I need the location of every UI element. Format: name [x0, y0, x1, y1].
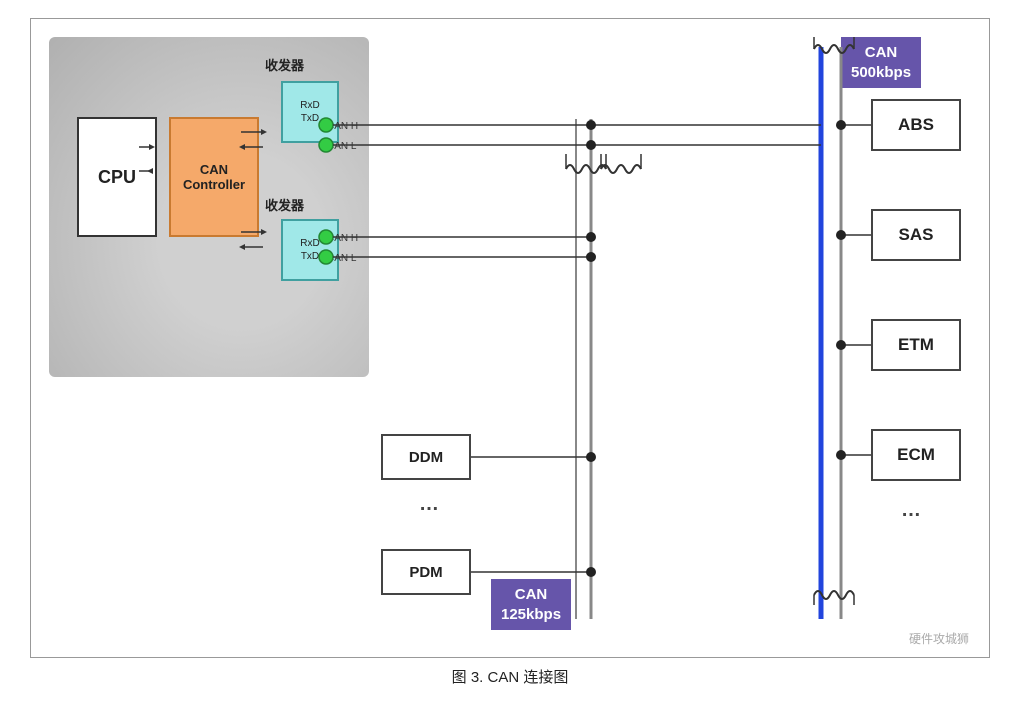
- dots-bottom: …: [419, 493, 441, 516]
- left-panel: CPU CANController 收发器 RxD TxD 收发器 RxD Tx…: [49, 37, 369, 377]
- pdm-box: PDM: [381, 549, 471, 595]
- abs-box: ABS: [871, 99, 961, 151]
- etm-box: ETM: [871, 319, 961, 371]
- ecm-box: ECM: [871, 429, 961, 481]
- cpu-box: CPU: [77, 117, 157, 237]
- watermark: 硬件攻城狮: [909, 630, 969, 647]
- can-controller-box: CANController: [169, 117, 259, 237]
- transceiver-bottom-label: 收发器: [265, 195, 304, 214]
- can-500-label: CAN500kbps: [841, 37, 921, 88]
- transceiver-bottom-box: RxD TxD: [281, 219, 339, 281]
- transceiver-top-label: 收发器: [265, 55, 304, 74]
- dots-right: …: [901, 499, 923, 522]
- diagram-caption: 图 3. CAN 连接图: [452, 666, 569, 687]
- ddm-box: DDM: [381, 434, 471, 480]
- transceiver-top-box: RxD TxD: [281, 81, 339, 143]
- diagram-frame: CPU CANController 收发器 RxD TxD 收发器 RxD Tx…: [30, 18, 990, 658]
- can-125-label: CAN125kbps: [491, 579, 571, 630]
- sas-box: SAS: [871, 209, 961, 261]
